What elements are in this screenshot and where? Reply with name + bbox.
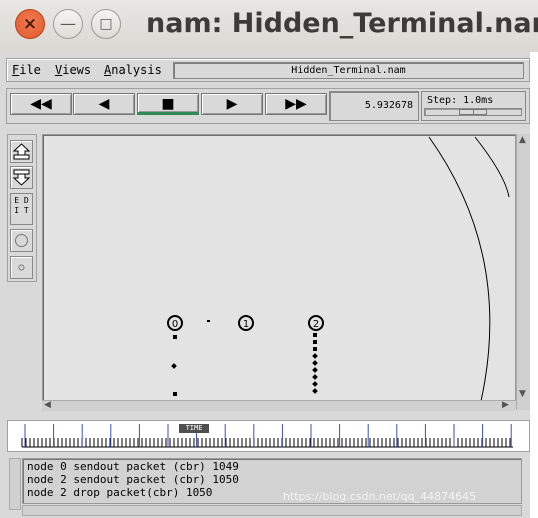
dropped-packet-stream (312, 333, 318, 394)
step-label: Step: 1.0ms (427, 95, 494, 106)
log-line: node 0 sendout packet (cbr) 1049 (27, 460, 239, 473)
scroll-up-arrow-icon[interactable]: ▲ (519, 136, 526, 145)
time-slider-marker[interactable]: TIME (179, 424, 209, 433)
menu-analysis[interactable]: Analysis (104, 63, 162, 77)
wireless-range-arc-1 (428, 136, 491, 401)
fast-forward-button[interactable]: ▶▶ (265, 93, 327, 115)
menu-file-rest: ile (19, 63, 41, 77)
stop-button[interactable]: ■ (137, 93, 199, 115)
menu-views[interactable]: Views (55, 63, 91, 77)
timeline-ticks (21, 424, 513, 448)
scroll-down-arrow-icon[interactable]: ▼ (519, 390, 526, 399)
log-line: node 2 sendout packet (cbr) 1050 (27, 473, 239, 486)
packet-marker (173, 392, 177, 396)
close-window-button[interactable]: × (15, 9, 45, 39)
node-0-label: 0 (172, 319, 178, 330)
title-bar: × — □ nam: Hidden_Terminal.nam (0, 0, 538, 53)
horizontal-scrollbar[interactable]: ◀ ▶ (42, 400, 516, 411)
node-1[interactable]: 1 (238, 315, 254, 331)
dropped-packet (312, 353, 318, 359)
log-scrollbar[interactable] (9, 458, 21, 510)
dropped-packet (312, 367, 318, 373)
fast-rewind-button[interactable]: ◀◀ (10, 93, 72, 115)
play-button[interactable]: ▶ (201, 93, 263, 115)
dropped-packet (312, 381, 318, 387)
dropped-packet (312, 374, 318, 380)
rewind-button[interactable]: ◀ (73, 93, 135, 115)
node-2[interactable]: 2 (308, 315, 324, 331)
maximize-window-button[interactable]: □ (91, 9, 121, 39)
zoom-out-icon (12, 169, 31, 186)
dropped-packet (313, 347, 317, 351)
edit-mode-button[interactable]: E DI T (10, 193, 33, 225)
zoom-in-icon (12, 143, 31, 160)
dropped-packet (312, 360, 318, 366)
dropped-packet (313, 333, 317, 337)
menu-analysis-rest: nalysis (111, 63, 162, 77)
time-readout: 5.932678 (329, 91, 419, 121)
small-node-tool-button[interactable] (10, 256, 33, 279)
watermark: https://blog.csdn.net/qq_44874645 (283, 490, 477, 503)
circle-small-icon (18, 264, 25, 271)
dropped-packet (312, 388, 318, 394)
step-slider-thumb[interactable] (459, 109, 487, 115)
filename-display: Hidden_Terminal.nam (173, 62, 524, 79)
node-2-label: 2 (313, 319, 319, 330)
node-0[interactable]: 0 (167, 315, 183, 331)
window-title: nam: Hidden_Terminal.nam (146, 8, 538, 39)
network-canvas[interactable]: 0 1 2 (42, 134, 516, 402)
scroll-left-arrow-icon[interactable]: ◀ (44, 401, 51, 410)
zoom-in-button[interactable] (10, 140, 33, 163)
packet-marker (207, 320, 210, 322)
minimize-window-button[interactable]: — (53, 9, 83, 39)
packet-marker (171, 363, 177, 369)
network-drawing: 0 1 2 (167, 136, 510, 401)
menu-views-rest: iews (62, 63, 92, 77)
wireless-range-arc-2 (474, 136, 510, 198)
menu-file[interactable]: File (12, 63, 41, 77)
log-line: node 2 drop packet(cbr) 1050 (27, 486, 213, 499)
scroll-right-arrow-icon[interactable]: ▶ (502, 401, 509, 410)
zoom-out-button[interactable] (10, 166, 33, 189)
vertical-scrollbar[interactable]: ▲ ▼ (516, 134, 530, 410)
node-tool-button[interactable] (10, 229, 33, 252)
time-slider[interactable] (7, 420, 530, 452)
packet-marker (173, 335, 177, 339)
log-horizontal-scrollbar[interactable] (22, 505, 522, 516)
dropped-packet (313, 340, 317, 344)
circle-large-icon (15, 234, 28, 247)
node-1-label: 1 (243, 319, 249, 330)
